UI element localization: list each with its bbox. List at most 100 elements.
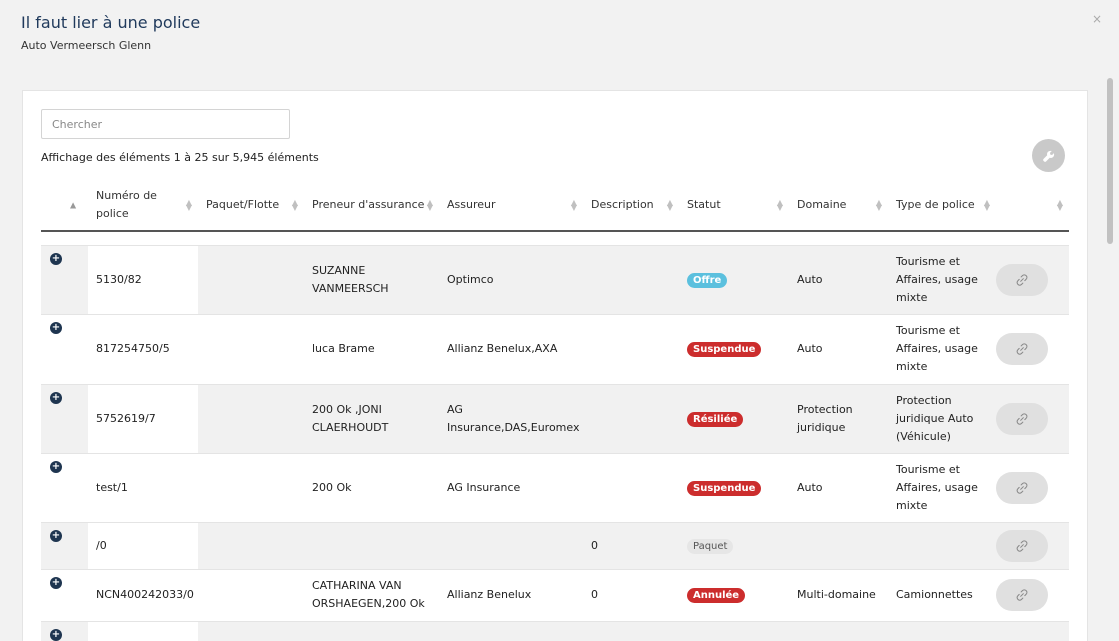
link-policy-button[interactable]: [996, 471, 1048, 504]
cell-assureur: AG Insurance: [439, 453, 583, 523]
link-policy-button[interactable]: [996, 263, 1048, 296]
table-panel: Affichage des éléments 1 à 25 sur 5,945 …: [22, 90, 1088, 641]
cell-description: [583, 314, 679, 385]
cell-type: Tourisme et Affaires, usage mixte: [888, 453, 996, 523]
link-policy-button[interactable]: [996, 402, 1048, 435]
cell-assureur: [439, 522, 583, 570]
status-badge: Paquet: [687, 538, 734, 554]
cell-numero: 817254750/5: [88, 314, 198, 385]
sort-icon: ▲ ▼: [570, 197, 577, 212]
cell-domaine: Auto: [789, 245, 888, 315]
column-header-actions[interactable]: ▲ ▼: [996, 179, 1069, 231]
cell-description: 0: [583, 522, 679, 570]
cell-assureur: Allianz Benelux,AXA: [439, 314, 583, 385]
expand-plus-icon[interactable]: +: [50, 252, 62, 265]
cell-statut: Paquet: [679, 522, 789, 570]
status-badge: Suspendue: [687, 480, 762, 496]
cell-paquet: [198, 522, 304, 570]
cell-assureur: AG Insurance,DAS,Euromex: [439, 384, 583, 454]
cell-description: [583, 453, 679, 523]
column-header-preneur[interactable]: Preneur d'assurance ▲ ▼: [304, 179, 439, 231]
status-badge: Résiliée: [687, 411, 744, 427]
cell-paquet: [198, 384, 304, 454]
link-policy-button[interactable]: [996, 579, 1048, 611]
cell-domaine: Auto: [789, 314, 888, 385]
pagination-info: Affichage des éléments 1 à 25 sur 5,945 …: [41, 151, 319, 164]
cell-numero: 5130/82: [88, 245, 198, 315]
cell-description: [583, 384, 679, 454]
sort-icon: ▲ ▼: [185, 197, 192, 212]
cell-domaine: Auto: [789, 453, 888, 523]
cell-type: Camionnettes: [888, 569, 996, 622]
table-row: + 817254750/5 luca Brame Allianz Benelux…: [41, 314, 1069, 385]
cell-preneur: 200 Ok: [304, 453, 439, 523]
sort-icon: ▲ ▼: [291, 197, 298, 212]
expand-plus-icon[interactable]: +: [50, 576, 62, 589]
cell-paquet: [198, 245, 304, 315]
expand-plus-icon[interactable]: +: [50, 529, 62, 542]
column-header-assureur[interactable]: Assureur ▲ ▼: [439, 179, 583, 231]
cell-statut: Annulée: [679, 569, 789, 622]
column-header-expand[interactable]: ▲: [41, 179, 88, 231]
expand-plus-icon[interactable]: +: [50, 391, 62, 404]
close-icon[interactable]: ×: [1092, 12, 1102, 26]
scrollbar-thumb[interactable]: [1107, 78, 1113, 244]
settings-button[interactable]: [1032, 139, 1065, 172]
column-header-paquet[interactable]: Paquet/Flotte ▲ ▼: [198, 179, 304, 231]
cell-domaine: [789, 522, 888, 570]
sort-icon: ▲ ▼: [875, 197, 882, 212]
cell-domaine: Protection juridique: [789, 384, 888, 454]
column-header-description[interactable]: Description ▲ ▼: [583, 179, 679, 231]
cell-preneur: CATHARINA VAN ORSHAEGEN,200 Ok: [304, 569, 439, 622]
status-badge: Suspendue: [687, 342, 762, 357]
cell-domaine: Multi-domaine: [789, 569, 888, 622]
link-policy-button[interactable]: [996, 333, 1048, 365]
expand-plus-icon[interactable]: +: [50, 628, 62, 641]
table-row: + 5752619/7 200 Ok ,JONI CLAERHOUDT AG I…: [41, 384, 1069, 454]
sort-asc-icon: ▲: [70, 200, 77, 209]
cell-preneur: SUZANNE VANMEERSCH: [304, 245, 439, 315]
link-icon: [1016, 589, 1028, 601]
link-icon: [1016, 273, 1028, 286]
table-row: + 5130/82 SUZANNE VANMEERSCH Optimco Off…: [41, 245, 1069, 315]
column-header-type[interactable]: Type de police ▲ ▼: [888, 179, 996, 231]
cell-preneur: [304, 522, 439, 570]
link-policy-button[interactable]: [996, 529, 1048, 562]
cell-numero: NCN400242033/0: [88, 569, 198, 622]
cell-assureur: Optimco: [439, 245, 583, 315]
column-header-domaine[interactable]: Domaine ▲ ▼: [789, 179, 888, 231]
search-input[interactable]: [41, 109, 290, 139]
sort-icon: ▲ ▼: [983, 197, 990, 212]
cell-paquet: [198, 453, 304, 523]
modal-subtitle: Auto Vermeersch Glenn: [21, 39, 152, 52]
link-icon: [1016, 412, 1028, 425]
sort-icon: ▲ ▼: [1056, 197, 1063, 212]
table-row: + NCN400242033/0 CATHARINA VAN ORSHAEGEN…: [41, 569, 1069, 622]
scrollbar[interactable]: [1104, 78, 1116, 638]
cell-statut: Résiliée: [679, 384, 789, 454]
sort-icon: ▲ ▼: [776, 197, 783, 212]
cell-paquet: [198, 314, 304, 385]
expand-plus-icon[interactable]: +: [50, 321, 62, 334]
expand-plus-icon[interactable]: +: [50, 460, 62, 473]
table-row: + /0 0 Paquet: [41, 522, 1069, 570]
link-icon: [1016, 343, 1028, 355]
cell-numero: test/1: [88, 453, 198, 523]
column-header-numero[interactable]: Numéro de police ▲ ▼: [88, 179, 198, 231]
cell-type: Tourisme et Affaires, usage mixte: [888, 314, 996, 385]
cell-description: [583, 245, 679, 315]
modal-title: Il faut lier à une police: [21, 13, 201, 32]
cell-type: Protection juridique Auto (Véhicule): [888, 384, 996, 454]
cell-preneur: luca Brame: [304, 314, 439, 385]
status-badge: Annulée: [687, 588, 746, 603]
cell-paquet: [198, 569, 304, 622]
cell-numero: /0: [88, 522, 198, 570]
link-icon: [1016, 481, 1028, 494]
link-icon: [1016, 539, 1028, 552]
cell-description: 0: [583, 569, 679, 622]
cell-preneur: 200 Ok ,JONI CLAERHOUDT: [304, 384, 439, 454]
cell-type: Tourisme et Affaires, usage mixte: [888, 245, 996, 315]
cell-statut: Suspendue: [679, 314, 789, 385]
column-header-statut[interactable]: Statut ▲ ▼: [679, 179, 789, 231]
sort-icon: ▲ ▼: [426, 197, 433, 212]
